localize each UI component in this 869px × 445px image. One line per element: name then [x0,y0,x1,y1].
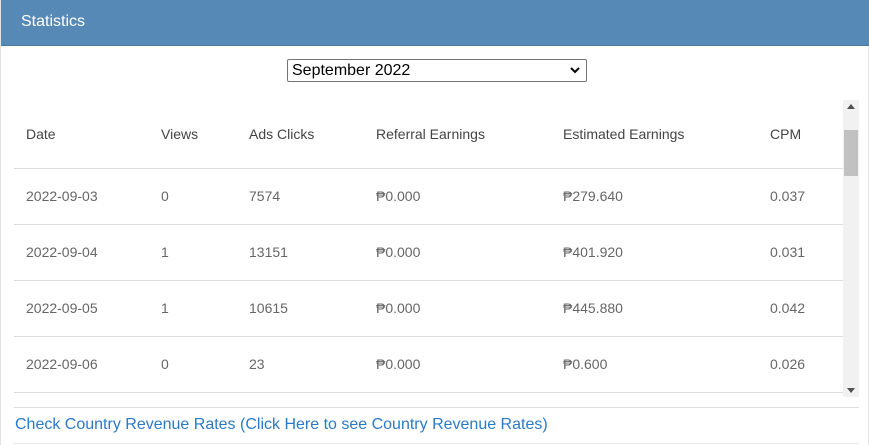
statistics-table-viewport: Date Views Ads Clicks Referral Earnings … [14,100,859,397]
bottom-divider [14,443,859,444]
table-row: 2022-09-05 1 10615 ₱0.000 ₱445.880 0.042 [14,280,843,337]
cell-date: 2022-09-04 [14,224,161,281]
cell-ads-clicks: 10615 [249,280,376,337]
cell-views: 1 [161,280,249,337]
cell-ads-clicks: 13151 [249,224,376,281]
cell-date: 2022-09-06 [14,336,161,393]
header-estimated-earnings: Estimated Earnings [563,100,770,169]
statistics-panel: Statistics September 2022 Date Views Ads… [0,0,869,445]
table-row: 2022-09-03 0 7574 ₱0.000 ₱279.640 0.037 [14,168,843,225]
scroll-up-arrow-icon[interactable] [847,104,855,109]
cell-date: 2022-09-03 [14,168,161,225]
cell-estimated-earnings: ₱401.920 [563,224,770,281]
month-select-wrapper: September 2022 [287,59,587,82]
header-ads-clicks: Ads Clicks [249,100,376,169]
cell-cpm: 0.042 [770,280,843,337]
cell-referral-earnings: ₱0.000 [376,336,563,393]
cell-date: 2022-09-05 [14,280,161,337]
table-row: 2022-09-06 0 23 ₱0.000 ₱0.600 0.026 [14,336,843,393]
panel-title: Statistics [21,13,86,30]
scrollbar-thumb[interactable] [844,130,858,176]
cell-views: 0 [161,336,249,393]
scroll-down-arrow-icon[interactable] [847,388,855,393]
cell-estimated-earnings: ₱0.600 [563,336,770,393]
cell-estimated-earnings: ₱279.640 [563,168,770,225]
country-revenue-rates-link[interactable]: Check Country Revenue Rates (Click Here … [15,416,548,434]
cell-referral-earnings: ₱0.000 [376,224,563,281]
cell-views: 0 [161,168,249,225]
header-views: Views [161,100,249,169]
cell-ads-clicks: 23 [249,336,376,393]
panel-header: Statistics [1,0,869,46]
header-referral-earnings: Referral Earnings [376,100,563,169]
month-select[interactable]: September 2022 [287,59,587,82]
header-date: Date [14,100,161,169]
statistics-table: Date Views Ads Clicks Referral Earnings … [14,100,843,393]
table-header-row: Date Views Ads Clicks Referral Earnings … [14,100,843,169]
cell-cpm: 0.037 [770,168,843,225]
cell-referral-earnings: ₱0.000 [376,168,563,225]
cell-referral-earnings: ₱0.000 [376,280,563,337]
footer-divider [14,407,859,408]
table-scrollbar[interactable] [843,100,859,397]
cell-views: 1 [161,224,249,281]
header-cpm: CPM [770,100,843,169]
cell-cpm: 0.031 [770,224,843,281]
cell-cpm: 0.026 [770,336,843,393]
table-row: 2022-09-04 1 13151 ₱0.000 ₱401.920 0.031 [14,224,843,281]
cell-ads-clicks: 7574 [249,168,376,225]
cell-estimated-earnings: ₱445.880 [563,280,770,337]
